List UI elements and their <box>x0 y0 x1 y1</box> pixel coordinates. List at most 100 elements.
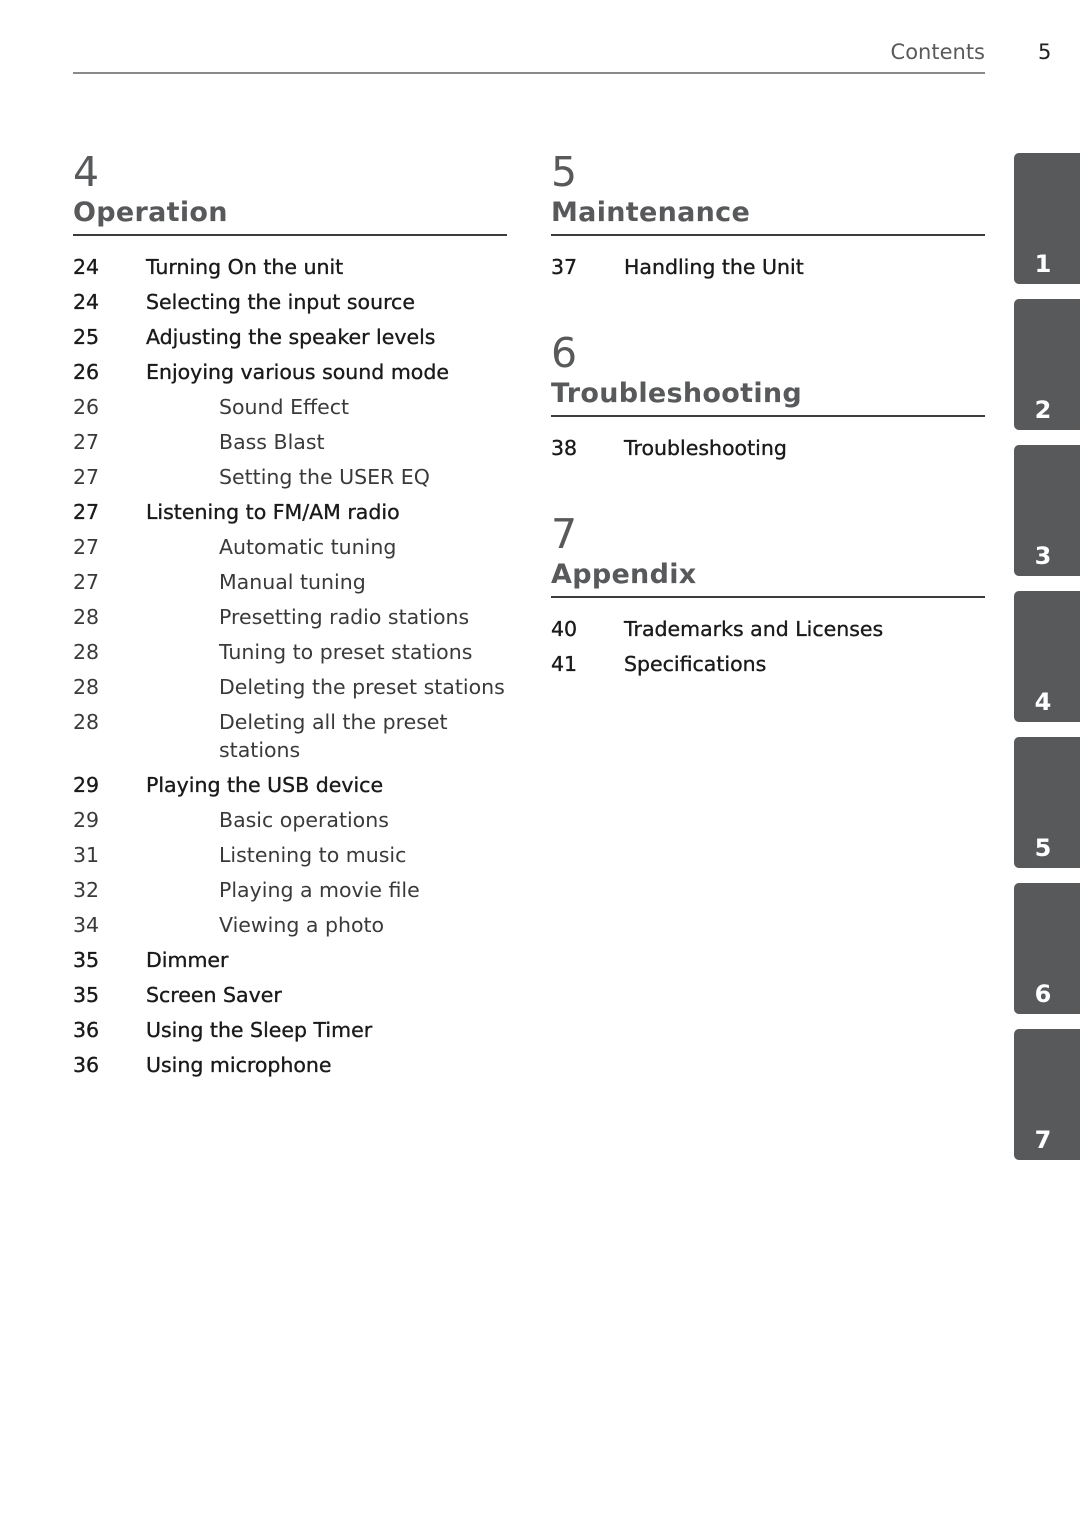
toc-entry-page: 24 <box>73 290 100 314</box>
toc-entry-page: 34 <box>73 913 100 937</box>
chapter-tab-6[interactable]: 6 <box>1014 883 1080 1014</box>
toc-entry-title: Sound Effect <box>219 395 350 419</box>
toc-entry-title: Troubleshooting <box>624 436 787 460</box>
chapter-number: 4 <box>73 148 100 196</box>
toc-entry[interactable]: 32 Playing a movie file <box>73 873 507 908</box>
toc-entry[interactable]: 38 Troubleshooting <box>551 431 985 466</box>
toc-entry[interactable]: 27 Bass Blast <box>73 425 507 460</box>
page-number: 5 <box>1038 40 1052 64</box>
toc-entry-title: Dimmer <box>146 948 229 972</box>
toc-entry-page: 26 <box>73 360 100 384</box>
toc-entry[interactable]: 25 Adjusting the speaker levels <box>73 320 507 355</box>
toc-entry[interactable]: 27 Listening to FM/AM radio <box>73 495 507 530</box>
chapter-gap <box>551 466 985 512</box>
chapter-tab-3[interactable]: 3 <box>1014 445 1080 576</box>
toc-entry-page: 35 <box>73 983 100 1007</box>
chapter-rule <box>551 596 985 598</box>
toc-entry[interactable]: 28 Deleting all the preset stations <box>73 705 507 768</box>
toc-entry-title: Bass Blast <box>219 430 325 454</box>
toc-entry-title: Listening to music <box>219 843 407 867</box>
toc-entry-page: 36 <box>73 1018 100 1042</box>
toc-entry-page: 31 <box>73 843 100 867</box>
toc-entry-title: Setting the USER EQ <box>219 465 430 489</box>
toc-column-left: 4 Operation 24 Turning On the unit 24 Selecti… <box>73 150 507 1083</box>
toc-entry-title: Turning On the unit <box>146 255 344 279</box>
toc-entry-page: 27 <box>73 430 100 454</box>
chapter-rule <box>551 415 985 417</box>
toc-entry-page: 28 <box>73 605 100 629</box>
toc-entry-page: 27 <box>73 500 100 524</box>
toc-entry-title: Presetting radio stations <box>219 605 470 629</box>
chapter-tab-4[interactable]: 4 <box>1014 591 1080 722</box>
toc-entry-page: 25 <box>73 325 100 349</box>
toc-entry-title: Using microphone <box>146 1053 332 1077</box>
toc-entry-title: Tuning to preset stations <box>219 640 473 664</box>
toc-entry-page: 35 <box>73 948 100 972</box>
chapter-tab-label: 2 <box>1034 396 1052 424</box>
toc-entry-page: 27 <box>73 535 100 559</box>
toc-entry[interactable]: 34 Viewing a photo <box>73 908 507 943</box>
chapter-number: 6 <box>551 329 578 377</box>
toc-entry-title: Deleting all the preset stations <box>219 710 448 762</box>
toc-entry-title: Basic operations <box>219 808 389 832</box>
toc-entry[interactable]: 28 Deleting the preset stations <box>73 670 507 705</box>
toc-entry[interactable]: 37 Handling the Unit <box>551 250 985 285</box>
chapter-tab-label: 1 <box>1034 250 1052 278</box>
toc-entry-page: 29 <box>73 808 100 832</box>
toc-entry-page: 40 <box>551 617 578 641</box>
toc-entry[interactable]: 40 Trademarks and Licenses <box>551 612 985 647</box>
toc-entry[interactable]: 31 Listening to music <box>73 838 507 873</box>
toc-entry[interactable]: 41 Specifications <box>551 647 985 682</box>
toc-entry-title: Specifications <box>624 652 767 676</box>
toc-entry-page: 26 <box>73 395 100 419</box>
toc-column-right: 5 Maintenance 37 Handling the Unit 6 Troubles… <box>551 150 985 682</box>
chapter-title[interactable]: Maintenance <box>551 194 985 232</box>
toc-entry[interactable]: 28 Tuning to preset stations <box>73 635 507 670</box>
toc-entry-page: 24 <box>73 255 100 279</box>
toc-entry[interactable]: 36 Using the Sleep Timer <box>73 1013 507 1048</box>
toc-entry-page: 27 <box>73 570 100 594</box>
toc-entry[interactable]: 35 Screen Saver <box>73 978 507 1013</box>
chapter-tab-2[interactable]: 2 <box>1014 299 1080 430</box>
toc-entry-title: Screen Saver <box>146 983 282 1007</box>
chapter-tab-label: 3 <box>1034 542 1052 570</box>
toc-entry-page: 28 <box>73 710 100 734</box>
toc-entry-title: Automatic tuning <box>219 535 397 559</box>
toc-entry[interactable]: 24 Selecting the input source <box>73 285 507 320</box>
toc-entry-title: Deleting the preset stations <box>219 675 505 699</box>
toc-entry-title: Listening to FM/AM radio <box>146 500 400 524</box>
chapter-number: 5 <box>551 148 578 196</box>
header-rule <box>73 72 985 74</box>
toc-entry-page: 38 <box>551 436 578 460</box>
toc-entry-page: 28 <box>73 675 100 699</box>
toc-entry-title: Viewing a photo <box>219 913 385 937</box>
toc-entry[interactable]: 24 Turning On the unit <box>73 250 507 285</box>
chapter-tab-1[interactable]: 1 <box>1014 153 1080 284</box>
chapter-rule <box>551 234 985 236</box>
toc-entry-title: Manual tuning <box>219 570 366 594</box>
toc-entry[interactable]: 26 Enjoying various sound mode <box>73 355 507 390</box>
chapter-tab-5[interactable]: 5 <box>1014 737 1080 868</box>
chapter-gap <box>551 285 985 331</box>
toc-entry[interactable]: 26 Sound Effect <box>73 390 507 425</box>
chapter-title[interactable]: Troubleshooting <box>551 375 985 413</box>
toc-entry-title: Playing a movie file <box>219 878 420 902</box>
toc-entry[interactable]: 35 Dimmer <box>73 943 507 978</box>
toc-entry[interactable]: 29 Basic operations <box>73 803 507 838</box>
toc-entry-page: 29 <box>73 773 100 797</box>
toc-entry[interactable]: 36 Using microphone <box>73 1048 507 1083</box>
toc-entry-page: 27 <box>73 465 100 489</box>
toc-entry-page: 28 <box>73 640 100 664</box>
chapter-tab-label: 5 <box>1034 834 1052 862</box>
toc-entry[interactable]: 29 Playing the USB device <box>73 768 507 803</box>
chapter-tab-7[interactable]: 7 <box>1014 1029 1080 1160</box>
toc-entry[interactable]: 27 Manual tuning <box>73 565 507 600</box>
chapter-title[interactable]: Operation <box>73 194 507 232</box>
toc-entry-title: Handling the Unit <box>624 255 804 279</box>
toc-entry[interactable]: 27 Automatic tuning <box>73 530 507 565</box>
toc-entry[interactable]: 27 Setting the USER EQ <box>73 460 507 495</box>
chapter-tab-label: 4 <box>1034 688 1052 716</box>
toc-entry-page: 41 <box>551 652 578 676</box>
toc-entry[interactable]: 28 Presetting radio stations <box>73 600 507 635</box>
chapter-title[interactable]: Appendix <box>551 556 985 594</box>
